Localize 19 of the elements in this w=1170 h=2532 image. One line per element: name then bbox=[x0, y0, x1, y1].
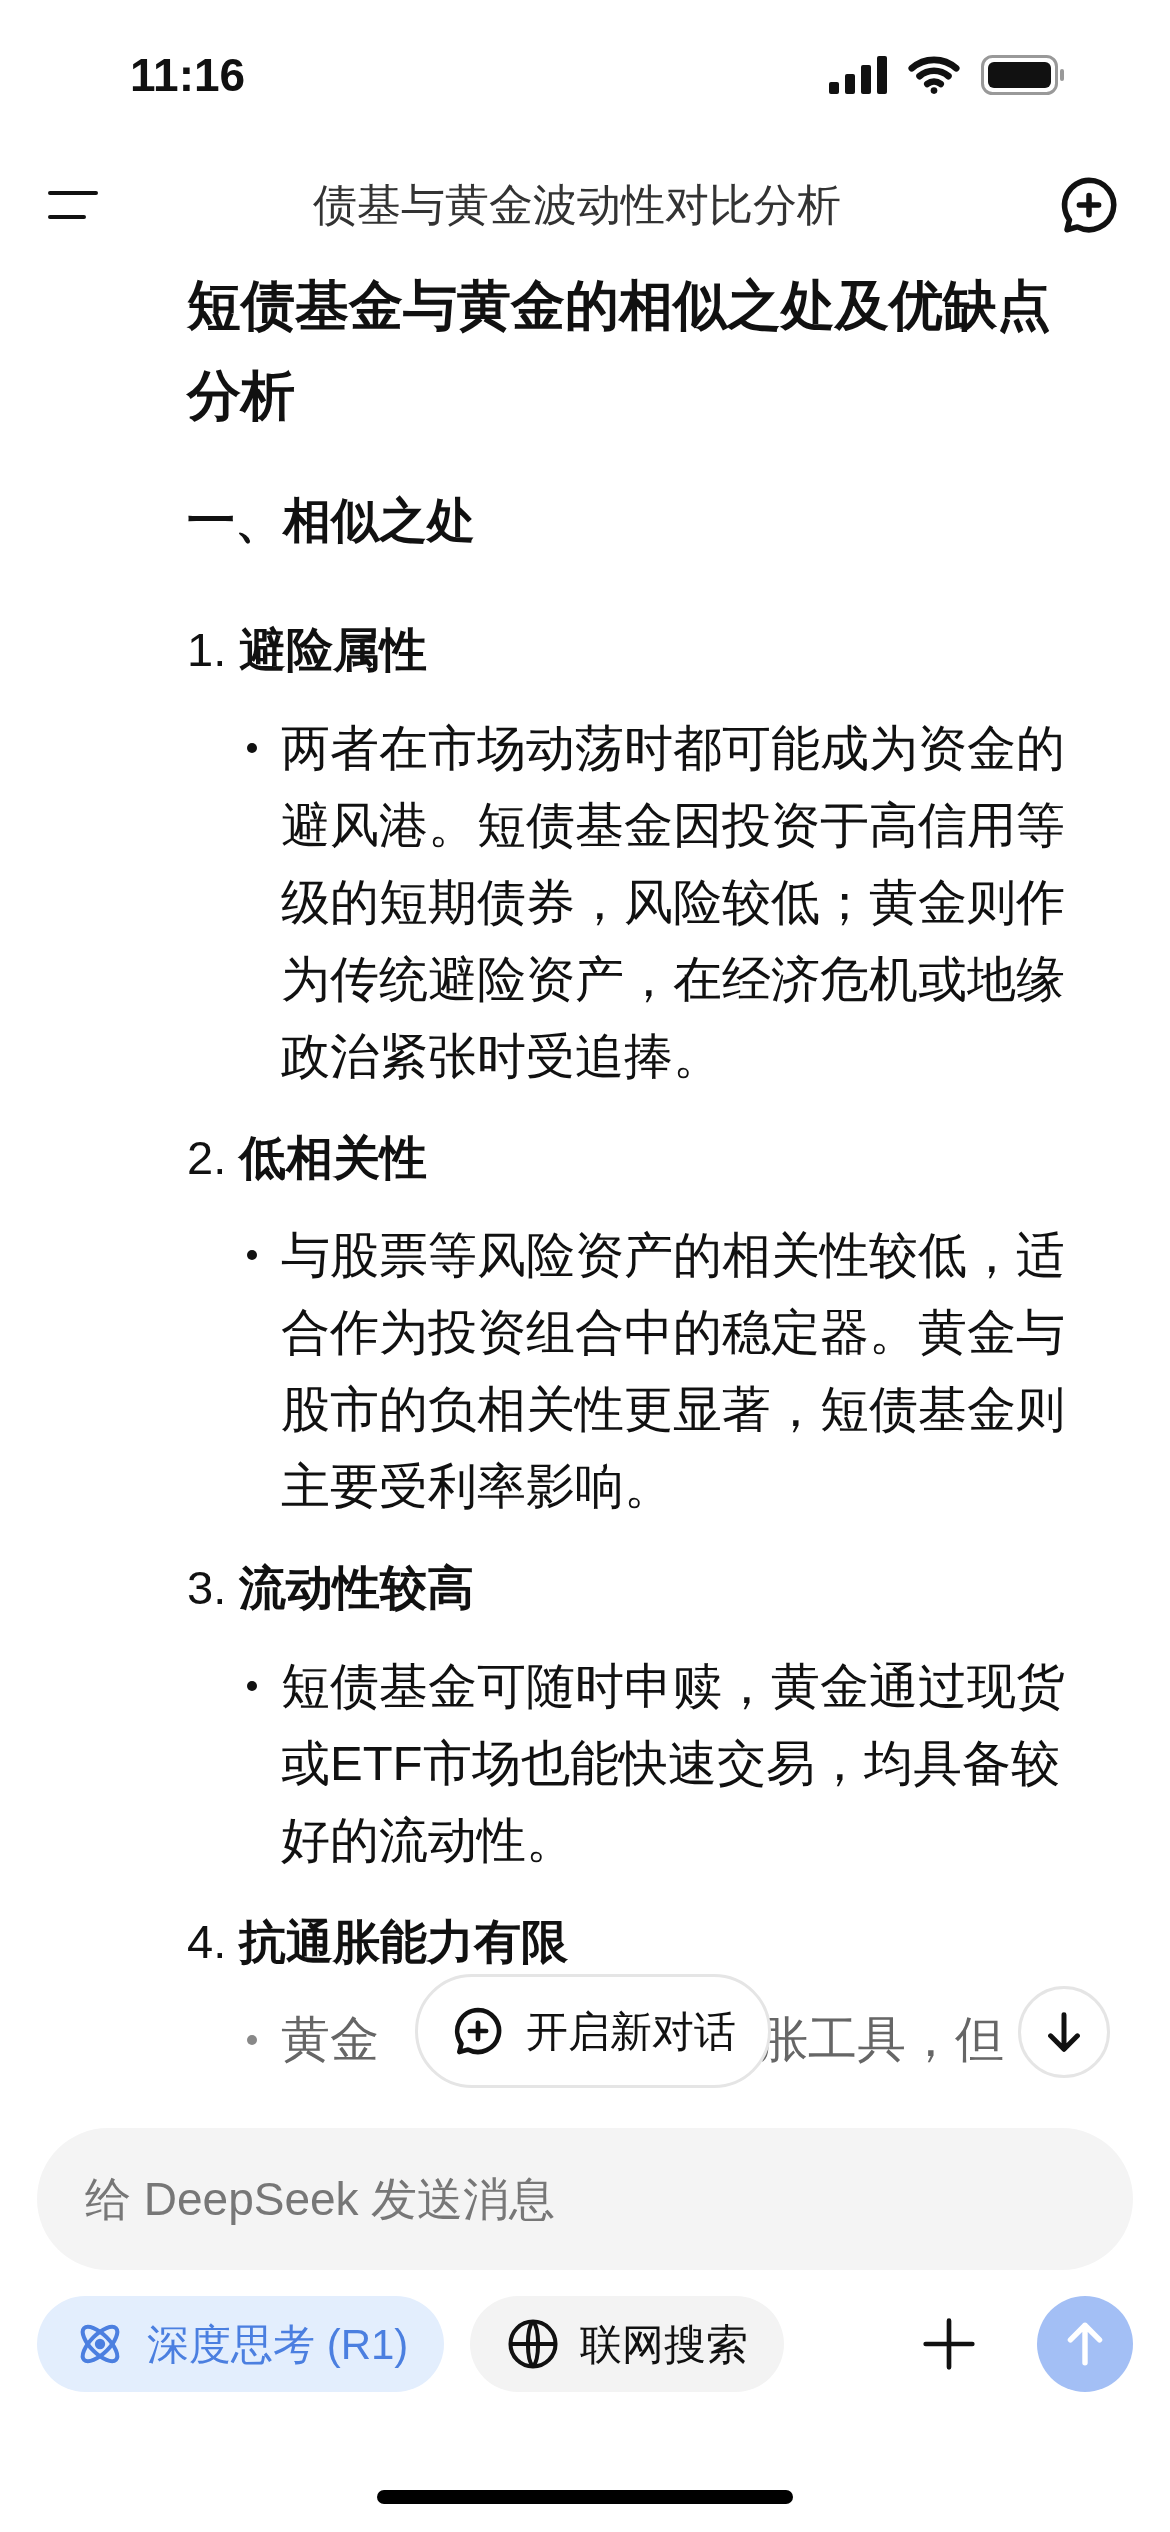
plus-icon[interactable] bbox=[921, 2316, 977, 2372]
faded-text: 黄金 bbox=[281, 2010, 379, 2068]
web-search-toggle[interactable]: 联网搜索 bbox=[470, 2296, 785, 2392]
list-heading: 3. 流动性较高 bbox=[187, 1560, 476, 1616]
bullet-text: 两者在市场动荡时都可能成为资金的避风港。短债基金因投资于高信用等级的短期债券，风险较低；黄金则作为传统避险资产，在经济危机或地缘政治紧张时受追捧。 bbox=[281, 719, 1066, 1085]
message-field[interactable]: 给 DeepSeek 发送消息 bbox=[37, 2128, 1133, 2270]
menu-icon[interactable] bbox=[48, 189, 98, 221]
bullet-text: 短债基金可随时申赎，黄金通过现货或ETF市场也能快速交易，均具备较好的流动性。 bbox=[281, 1657, 1066, 1869]
section-heading: 一、相似之处 bbox=[187, 493, 476, 549]
signal-icon bbox=[829, 56, 887, 94]
article-title: 短债基金与黄金的相似之处及优缺点分析 bbox=[187, 274, 1052, 427]
list-heading: 4. 抗通胀能力有限 bbox=[187, 1913, 570, 1970]
list-heading: 1. 避险属性 bbox=[187, 622, 429, 678]
chat-title: 债基与黄金波动性对比分析 bbox=[313, 179, 841, 231]
wifi-icon bbox=[907, 55, 961, 95]
list-heading: 2. 低相关性 bbox=[187, 1129, 429, 1186]
battery-icon bbox=[981, 55, 1065, 95]
bullet-text: 与股票等风险资产的相关性较低，适合作为投资组合中的稳定器。黄金与股市的负相关性更显著，短债基金则主要受利率影响。 bbox=[281, 1227, 1066, 1515]
status-time: 11:16 bbox=[130, 47, 246, 103]
